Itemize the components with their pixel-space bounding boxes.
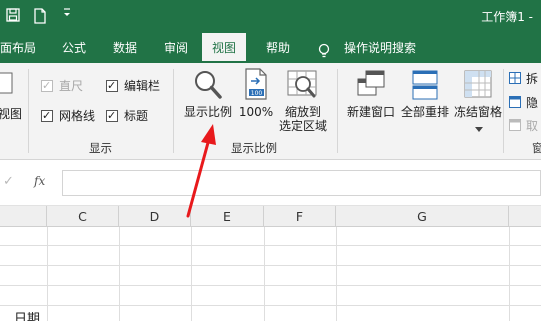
freeze-panes-label: 冻结窗格 [453,105,502,119]
arrange-all-label: 全部重排 [400,105,449,119]
row-line [0,265,541,266]
svg-text:100: 100 [251,90,263,97]
row-line [0,245,541,246]
hide-icon [509,96,521,108]
zoom-label: 显示比例 [183,105,232,119]
tab-review[interactable]: 审阅 [164,33,188,63]
freeze-panes-icon [464,70,492,98]
column-header-f[interactable]: F [264,206,336,227]
cell-date[interactable]: 日期 [14,308,40,321]
column-line [191,227,192,321]
row-line [0,305,541,306]
separator [28,69,29,153]
column-header-d[interactable]: D [119,206,191,227]
column-line [509,227,510,321]
tell-me-label: 操作说明搜索 [344,41,417,55]
new-document-icon[interactable] [33,8,47,27]
tab-data[interactable]: 数据 [113,33,137,63]
arrange-all-icon [412,70,438,100]
window-title: 工作簿1 - [481,10,533,24]
column-header-e[interactable]: E [191,206,264,227]
zoom-button[interactable]: 显示比例 [183,67,233,127]
column-line [47,227,48,321]
zoom-100-icon: 100 [245,68,267,100]
enter-button[interactable]: ✓ [3,174,14,189]
tab-view[interactable]: 视图 [202,33,247,63]
zoom-selection-icon [287,70,317,98]
zoom-100-button[interactable]: 100 100% [238,67,274,127]
split-label: 拆 [526,72,539,86]
zoom-100-label: 100% [238,105,274,119]
freeze-panes-button[interactable]: 冻结窗格 [453,67,503,137]
separator [173,69,174,153]
show-group-label: 显示 [89,141,112,155]
formula-controls: ✓ fx [0,168,58,198]
zoom-selection-label-2: 选定区域 [278,119,327,133]
new-window-label: 新建窗口 [346,105,395,119]
column-line [119,227,120,321]
zoom-to-selection-button[interactable]: 缩放到 选定区域 [277,67,329,137]
ribbon-tabs: 面布局 公式 数据 审阅 视图 帮助 操作说明搜索 [0,33,541,63]
formula-input[interactable] [62,170,541,196]
split-icon [509,72,521,84]
window-group-label: 窗 [532,141,541,155]
insert-function-button[interactable]: fx [34,174,45,188]
column-line [336,227,337,321]
column-line [264,227,265,321]
ribbon: 视图 直尺 网格线 编辑栏 标题 显示 显示比例 100 100% [0,63,541,160]
workbook-view-button[interactable]: 视图 [0,67,22,127]
zoom-group-label: 显示比例 [231,141,277,155]
unhide-label: 取 [526,119,539,133]
arrange-all-button[interactable]: 全部重排 [399,67,451,127]
separator [503,69,504,153]
new-window-button[interactable]: 新建窗口 [345,67,397,127]
column-header-g[interactable]: G [336,206,509,227]
magnifier-icon [195,71,222,99]
chevron-down-icon [475,122,483,136]
title-bar: 工作簿1 - [0,0,541,33]
hide-label: 隐 [526,96,539,110]
save-icon[interactable] [6,8,20,25]
tab-formulas[interactable]: 公式 [62,33,86,63]
column-headers: B C D E F G [0,205,541,227]
column-header-b[interactable]: B [0,206,47,227]
separator [337,69,338,153]
new-window-icon [357,70,385,96]
column-header-c[interactable]: C [47,206,119,227]
formula-bar: ✓ fx [0,168,541,198]
unhide-icon [509,119,521,131]
row-line [0,285,541,286]
customize-quick-access-icon[interactable] [62,6,72,23]
zoom-selection-label-1: 缩放到 [284,105,321,119]
workbook-view-label: 视图 [0,107,23,121]
tab-help[interactable]: 帮助 [266,33,290,63]
tab-page-layout[interactable]: 面布局 [0,33,36,63]
worksheet-grid[interactable]: 日期 [0,227,541,321]
